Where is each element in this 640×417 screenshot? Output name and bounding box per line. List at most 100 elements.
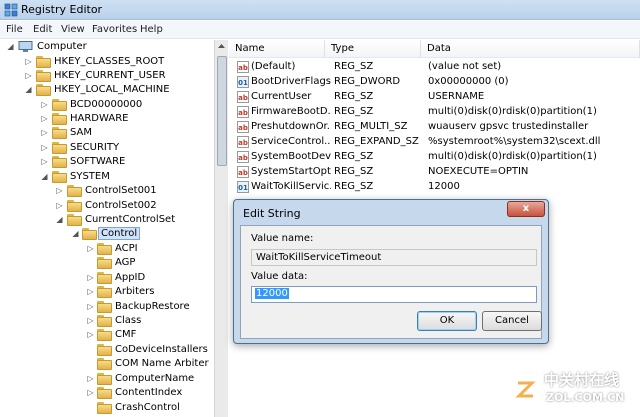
tree-item-controlset001[interactable]: ▷ ControlSet001	[0, 184, 214, 198]
tree-scrollbar[interactable]	[214, 40, 228, 417]
tree-item-label: COM Name Arbiter	[115, 358, 209, 369]
expand-arrow-icon[interactable]: ▷	[55, 186, 64, 195]
value-type: REG_DWORD	[334, 76, 401, 87]
tree-item-acpi[interactable]: ▷ ACPI	[0, 242, 214, 256]
expand-arrow-icon[interactable]: ▷	[86, 388, 95, 397]
expand-arrow-icon[interactable]: ▷	[86, 287, 95, 296]
string-value-icon: ab	[237, 121, 249, 133]
window-title: Registry Editor	[21, 3, 103, 16]
expand-arrow-icon[interactable]: ▷	[24, 57, 33, 66]
tree-item-software[interactable]: ▷ SOFTWARE	[0, 155, 214, 169]
tree-item-crashcontrol[interactable]: CrashControl	[0, 401, 214, 415]
column-header-type[interactable]: Type	[325, 40, 421, 58]
value-name: SystemBootDevi...	[251, 151, 331, 162]
folder-icon	[97, 286, 112, 298]
value-row[interactable]: ab CurrentUser REG_SZ USERNAME	[229, 90, 640, 105]
column-header-data[interactable]: Data	[421, 40, 640, 58]
expand-arrow-icon[interactable]: ▷	[86, 244, 95, 253]
tree-item-cmf[interactable]: ▷ CMF	[0, 328, 214, 342]
tree-item-hkey-classes-root[interactable]: ▷ HKEY_CLASSES_ROOT	[0, 55, 214, 69]
menu-help[interactable]: Help	[140, 24, 163, 35]
value-row[interactable]: ab SystemStartOpti... REG_SZ NOEXECUTE=O…	[229, 165, 640, 180]
tree-item-contentindex[interactable]: ▷ ContentIndex	[0, 386, 214, 400]
expand-arrow-icon[interactable]: ▷	[86, 330, 95, 339]
expand-arrow-icon[interactable]: ▷	[86, 316, 95, 325]
dialog-title: Edit String	[243, 207, 301, 220]
tree-item-system[interactable]: ◢ SYSTEM	[0, 170, 214, 184]
menu-view[interactable]: View	[61, 24, 85, 35]
ok-button[interactable]: OK	[417, 311, 477, 331]
tree-item-class[interactable]: ▷ Class	[0, 314, 214, 328]
expand-arrow-icon[interactable]: ▷	[86, 273, 95, 282]
collapse-arrow-icon[interactable]: ◢	[40, 172, 49, 181]
expand-arrow-icon[interactable]: ▷	[40, 157, 49, 166]
collapse-arrow-icon[interactable]: ◢	[6, 42, 15, 51]
expand-arrow-icon[interactable]: ▷	[24, 71, 33, 80]
value-data-input[interactable]: 12000	[251, 286, 537, 303]
watermark-chinese-text: 中关村在线	[544, 371, 620, 389]
folder-icon	[52, 127, 67, 139]
expand-arrow-icon[interactable]: ▷	[40, 128, 49, 137]
tree-item-hkey-local-machine[interactable]: ◢ HKEY_LOCAL_MACHINE	[0, 83, 214, 97]
value-row[interactable]: ab PreshutdownOr... REG_MULTI_SZ wuauser…	[229, 120, 640, 135]
menu-edit[interactable]: Edit	[33, 24, 52, 35]
value-row[interactable]: ab SystemBootDevi... REG_SZ multi(0)disk…	[229, 150, 640, 165]
tree-item-appid[interactable]: ▷ AppID	[0, 271, 214, 285]
column-header-name[interactable]: Name	[229, 40, 325, 58]
value-row[interactable]: ab ServiceControl... REG_EXPAND_SZ %syst…	[229, 135, 640, 150]
binary-value-icon: 01	[237, 181, 249, 193]
expand-arrow-icon[interactable]: ▷	[55, 201, 64, 210]
value-row[interactable]: 01 WaitToKillServic... REG_SZ 12000	[229, 180, 640, 195]
registry-tree[interactable]: ◢ Computer ▷ HKEY_CLASSES_ROOT ▷ HKEY_CU…	[0, 40, 228, 417]
value-name-label: Value name:	[251, 233, 314, 244]
dialog-close-button[interactable]: x	[507, 201, 545, 217]
value-row[interactable]: 01 BootDriverFlags REG_DWORD 0x00000000 …	[229, 75, 640, 90]
expand-arrow-icon[interactable]: ▷	[40, 100, 49, 109]
folder-open-icon	[67, 214, 82, 226]
folder-icon	[97, 344, 112, 356]
tree-item-codeviceinstallers[interactable]: CoDeviceInstallers	[0, 343, 214, 357]
tree-item-label: ContentIndex	[115, 387, 183, 398]
tree-item-arbiters[interactable]: ▷ Arbiters	[0, 285, 214, 299]
menu-favorites[interactable]: Favorites	[92, 24, 137, 35]
expand-arrow-icon[interactable]: ▷	[40, 143, 49, 152]
expand-arrow-icon[interactable]: ▷	[40, 114, 49, 123]
value-type: REG_SZ	[334, 91, 374, 102]
menu-bar: File Edit View Favorites Help	[0, 21, 640, 39]
tree-item-computer[interactable]: ◢ Computer	[0, 40, 214, 54]
expand-arrow-icon[interactable]: ▷	[86, 302, 95, 311]
tree-item-hardware[interactable]: ▷ HARDWARE	[0, 112, 214, 126]
menu-file[interactable]: File	[6, 24, 23, 35]
string-value-icon: ab	[237, 151, 249, 163]
expand-arrow-icon[interactable]: ▷	[86, 374, 95, 383]
folder-icon	[52, 156, 67, 168]
value-row[interactable]: ab (Default) REG_SZ (value not set)	[229, 60, 640, 75]
tree-item-label: SECURITY	[70, 142, 120, 153]
tree-item-agp[interactable]: AGP	[0, 256, 214, 270]
tree-item-currentcontrolset[interactable]: ◢ CurrentControlSet	[0, 213, 214, 227]
tree-item-com-name-arbiter[interactable]: COM Name Arbiter	[0, 357, 214, 371]
cancel-button[interactable]: Cancel	[482, 311, 542, 331]
folder-icon	[97, 272, 112, 284]
folder-icon	[36, 70, 51, 82]
tree-item-security[interactable]: ▷ SECURITY	[0, 141, 214, 155]
tree-item-control[interactable]: ◢ Control	[0, 227, 214, 241]
tree-item-controlset002[interactable]: ▷ ControlSet002	[0, 199, 214, 213]
value-row[interactable]: ab FirmwareBootD... REG_SZ multi(0)disk(…	[229, 105, 640, 120]
folder-open-icon	[36, 84, 51, 96]
tree-item-backuprestore[interactable]: ▷ BackupRestore	[0, 300, 214, 314]
tree-item-hkey-current-user[interactable]: ▷ HKEY_CURRENT_USER	[0, 69, 214, 83]
collapse-arrow-icon[interactable]: ◢	[24, 85, 33, 94]
tree-item-label: BCD00000000	[70, 99, 143, 110]
scrollbar-thumb[interactable]	[217, 56, 227, 166]
scroll-up-arrow-icon[interactable]	[217, 42, 226, 51]
value-name-field: WaitToKillServiceTimeout	[251, 249, 537, 266]
collapse-arrow-icon[interactable]: ◢	[55, 215, 64, 224]
value-type: REG_EXPAND_SZ	[334, 136, 419, 147]
tree-item-bcd00000000[interactable]: ▷ BCD00000000	[0, 98, 214, 112]
tree-item-sam[interactable]: ▷ SAM	[0, 126, 214, 140]
tree-item-computername[interactable]: ▷ ComputerName	[0, 372, 214, 386]
collapse-arrow-icon[interactable]: ◢	[71, 229, 80, 238]
value-data: 12000	[428, 181, 460, 192]
value-type: REG_SZ	[334, 166, 374, 177]
